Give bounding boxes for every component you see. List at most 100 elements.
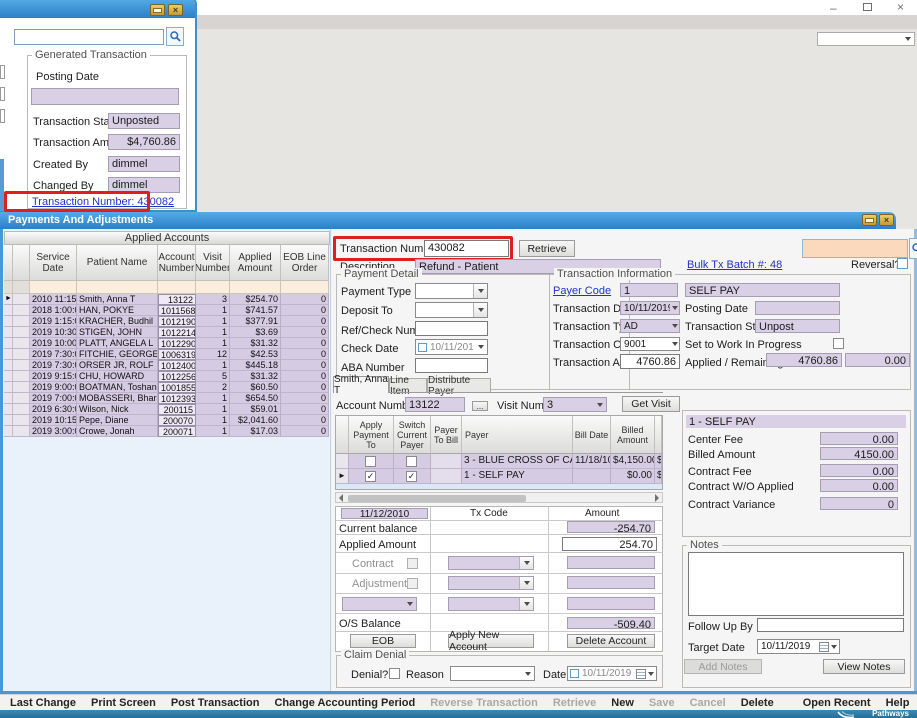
host-restore-icon[interactable] (863, 3, 872, 11)
deposit-to-combo[interactable] (415, 302, 488, 318)
reversal-checkbox[interactable] (897, 258, 908, 269)
table-row[interactable]: 2019 10:30:STIGEN, JOHN10122141$3.690 (4, 327, 330, 338)
table-cell: 0 (281, 305, 329, 316)
other-code-combo[interactable] (448, 597, 534, 611)
table-cell (13, 415, 30, 426)
apply-payment-cell[interactable] (349, 469, 394, 484)
ref-check-number-input[interactable] (415, 321, 488, 336)
chevron-down-icon (648, 672, 654, 676)
follow-up-by-input[interactable] (757, 618, 904, 632)
statusbar-item[interactable]: Post Transaction (171, 697, 260, 709)
tab-smith-anna-t[interactable]: Smith, Anna T (333, 376, 389, 393)
visit-number-combo[interactable]: 3 (543, 397, 607, 412)
transaction-date-picker[interactable]: 10/11/2019 (620, 301, 680, 315)
window-search-input[interactable] (802, 239, 908, 258)
table-row[interactable]: 2019 10:15:Pepe, Diane2000701$2,041.600 (4, 415, 330, 426)
date-enable-checkbox[interactable] (418, 343, 427, 352)
target-date-picker[interactable]: 10/11/2019 (757, 639, 840, 654)
cutoff-control (0, 109, 5, 123)
table-cell: MOBASSERI, Bharadwa (77, 393, 158, 404)
tab-distribute-payer[interactable]: Distribute Payer (427, 378, 491, 393)
denial-reason-combo[interactable] (450, 666, 535, 681)
filter-cell[interactable] (230, 281, 281, 294)
statusbar-item[interactable]: Change Accounting Period (274, 697, 415, 709)
horizontal-scrollbar[interactable] (335, 492, 663, 503)
filter-cell[interactable] (196, 281, 230, 294)
bulk-tx-batch-link[interactable]: Bulk Tx Batch #: 48 (687, 259, 782, 271)
transaction-type-combo[interactable]: AD (620, 319, 680, 333)
filter-cell[interactable] (281, 281, 329, 294)
account-lookup-button[interactable]: ... (472, 401, 488, 411)
table-row[interactable]: 2019 9:00:0BOATMAN, Toshan R10018552$60.… (4, 382, 330, 393)
apply-payment-cell[interactable] (349, 454, 394, 469)
contract-code-combo[interactable] (448, 556, 534, 570)
table-row[interactable]: 2019 1:15:0KRACHER, Budhil10121901$377.9… (4, 316, 330, 327)
group-title: Claim Denial (341, 649, 409, 661)
filter-cell[interactable] (30, 281, 77, 294)
check-date-picker[interactable]: 10/11/2019 (415, 339, 488, 355)
mini-search-button[interactable] (166, 27, 184, 46)
table-row[interactable]: 2019 7:30:0ORSER JR, ROLF10124001$445.18… (4, 360, 330, 371)
filter-cell[interactable] (77, 281, 158, 294)
mini-titlebar[interactable] (0, 0, 195, 18)
statusbar-item[interactable]: Help (886, 697, 910, 709)
host-close-icon[interactable]: × (897, 1, 904, 13)
transaction-amount-input[interactable]: 4760.86 (620, 354, 680, 369)
tab-line-item[interactable]: Line Item (389, 378, 427, 393)
posting-date-label: Posting Date (36, 71, 99, 83)
apply-new-account-button[interactable]: Apply New Account (448, 634, 534, 648)
delete-account-button[interactable]: Delete Account (567, 634, 655, 648)
payment-type-combo[interactable] (415, 283, 488, 299)
mini-search-input[interactable] (14, 29, 164, 45)
table-row[interactable]: 2019 6:30:0Wilson, Nick2001151$59.010 (4, 404, 330, 415)
table-row[interactable]: 2018 1:00:0HAN, POKYE10115681$741.570 (4, 305, 330, 316)
contract-variance-label: Contract Variance (688, 499, 775, 511)
statusbar-item[interactable]: New (611, 697, 634, 709)
contract-checkbox (407, 558, 418, 569)
notes-textarea[interactable] (688, 552, 904, 616)
column-header-billed-amount: BilledAmount (611, 416, 655, 454)
statusbar-right-items: RetrieveNewSaveCancelDelete (553, 697, 789, 709)
bill-date-cell (573, 469, 611, 484)
table-row[interactable]: 2019 7:00:0MOBASSERI, Bharadwa10123931$6… (4, 393, 330, 404)
mini-minimize-button[interactable] (150, 4, 165, 16)
switch-payer-cell[interactable] (394, 469, 431, 484)
window-search-button[interactable] (909, 238, 917, 259)
table-row[interactable]: 2019 9:15:0CHU, HOWARD10122565$31.320 (4, 371, 330, 382)
statusbar-item[interactable]: Open Recent (803, 697, 871, 709)
work-in-progress-checkbox[interactable] (833, 338, 844, 349)
switch-payer-cell[interactable] (394, 454, 431, 469)
view-notes-button[interactable]: View Notes (823, 659, 905, 674)
denial-checkbox[interactable] (389, 668, 400, 679)
adjustment-code-combo[interactable] (448, 576, 534, 590)
applied-amount-input[interactable]: 254.70 (562, 537, 657, 551)
table-row[interactable]: 2019 7:30:0FITCHIE, GEORGETTE100631912$4… (4, 349, 330, 360)
eob-button[interactable]: EOB (350, 634, 416, 648)
window-titlebar[interactable]: Payments And Adjustments (0, 212, 896, 229)
aba-number-input[interactable] (415, 358, 488, 373)
table-row[interactable]: ►2010 11:15:Smith, Anna T131223$254.700 (4, 294, 330, 305)
scroll-right-icon[interactable] (655, 494, 659, 502)
retrieve-button[interactable]: Retrieve (519, 240, 575, 257)
payer-row[interactable]: ► 1 - SELF PAY $0.00 $ (336, 469, 662, 484)
scroll-left-icon[interactable] (339, 494, 343, 502)
host-toolbar-combo[interactable] (817, 32, 915, 46)
get-visit-button[interactable]: Get Visit (622, 396, 680, 412)
filter-cell[interactable] (158, 281, 196, 294)
host-minimize-icon[interactable]: – (830, 2, 837, 14)
other-type-combo[interactable] (342, 597, 417, 611)
denial-date-picker[interactable]: 10/11/2019 (567, 666, 657, 681)
payer-code-link[interactable]: Payer Code (553, 285, 611, 297)
scrollbar-thumb[interactable] (348, 495, 526, 502)
mini-close-button[interactable]: × (168, 4, 183, 16)
statusbar-item[interactable]: Print Screen (91, 697, 156, 709)
statusbar-item[interactable]: Last Change (10, 697, 76, 709)
table-row[interactable]: 2019 10:00:PLATT, ANGELA L10122901$31.32… (4, 338, 330, 349)
transaction-code-combo[interactable]: 9001 (620, 337, 680, 351)
table-row[interactable]: 2019 3:00:0Crowe, Jonah2000711$17.030 (4, 426, 330, 437)
window-close-button[interactable]: × (879, 214, 894, 226)
statusbar-item[interactable]: Delete (741, 697, 774, 709)
date-enable-checkbox[interactable] (570, 669, 579, 678)
window-minimize-button[interactable] (862, 214, 877, 226)
payer-row[interactable]: 3 - BLUE CROSS OF CA 11/18/10 $4,150.00 … (336, 454, 662, 469)
